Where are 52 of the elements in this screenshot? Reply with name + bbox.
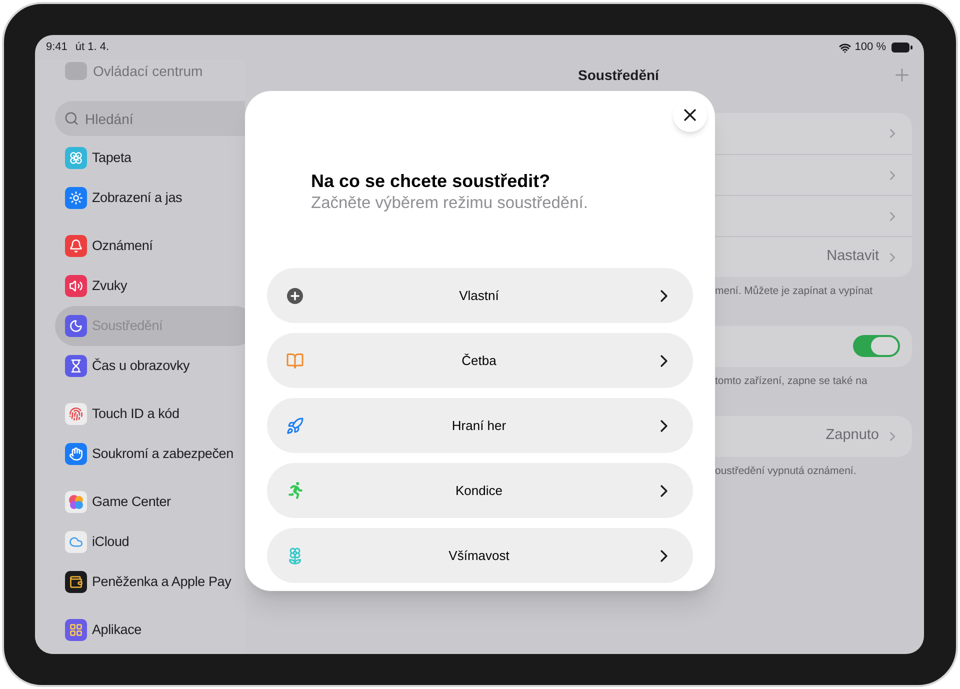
focus-option[interactable]: Vlastní — [267, 268, 693, 323]
battery-icon — [891, 42, 913, 53]
sidebar-item[interactable]: Aplikace — [55, 610, 245, 650]
focus-option[interactable]: Hraní her — [267, 398, 693, 453]
wifi-icon — [838, 42, 851, 54]
flower-icon — [286, 546, 304, 566]
focus-option[interactable]: Četba — [267, 333, 693, 388]
sidebar-item[interactable]: iCloud — [55, 522, 245, 562]
speaker-icon — [65, 275, 87, 297]
sidebar-item[interactable]: Oznámení — [55, 226, 245, 266]
sidebar-item[interactable]: Game Center — [55, 482, 245, 522]
sidebar-item[interactable]: Zvuky — [55, 266, 245, 306]
page-title: Soustředění — [578, 66, 659, 84]
sidebar-item[interactable]: Čas u obrazovky — [55, 346, 245, 386]
grid-icon — [65, 619, 87, 641]
flower-icon — [65, 147, 87, 169]
focus-option[interactable]: Kondice — [267, 463, 693, 518]
control-center-icon — [65, 62, 87, 80]
close-button[interactable] — [673, 98, 707, 132]
sidebar-item: Ovládací centrum — [93, 62, 203, 80]
moon-icon — [65, 315, 87, 337]
section-footer: oustředění vypnutá oznámení. — [715, 464, 912, 480]
search-field[interactable]: Hledání — [55, 101, 245, 136]
modal-title: Na co se chcete soustředit? — [311, 170, 552, 192]
row-value[interactable]: Zapnuto — [826, 425, 879, 447]
bubbles-icon — [65, 491, 87, 513]
battery-level: 100 % — [854, 40, 886, 56]
book-icon — [286, 352, 304, 370]
runner-icon — [286, 482, 304, 499]
cloud-icon — [65, 531, 87, 553]
wallet-icon — [65, 571, 87, 593]
modal-subtitle: Začněte výběrem režimu soustředění. — [311, 193, 589, 214]
hand-icon — [65, 443, 87, 465]
bell-icon — [65, 235, 87, 257]
row-value[interactable]: Nastavit — [826, 246, 879, 268]
search-icon — [64, 111, 79, 126]
sidebar-item[interactable]: Touch ID a kód — [55, 394, 245, 434]
rocket-icon — [286, 416, 304, 434]
section-footer: tomto zařízení, zapne se také na — [715, 374, 912, 390]
sidebar-item[interactable]: Soukromí a zabezpečen — [55, 434, 245, 474]
status-time: 9:41 — [46, 40, 68, 56]
sidebar-item[interactable]: Peněženka a Apple Pay — [55, 562, 245, 602]
sidebar-item[interactable]: Tapeta — [55, 138, 245, 178]
status-date: út 1. 4. — [75, 40, 110, 56]
plus-icon — [287, 288, 303, 304]
toggle-switch[interactable] — [853, 335, 900, 358]
section-footer: mení. Můžete je zapínat a vypínat — [715, 284, 912, 300]
sun-icon — [65, 187, 87, 209]
focus-option[interactable]: Všímavost — [267, 528, 693, 583]
fingerprint-icon — [65, 403, 87, 425]
hourglass-icon — [65, 355, 87, 377]
sidebar-item[interactable]: Zobrazení a jas — [55, 178, 245, 218]
